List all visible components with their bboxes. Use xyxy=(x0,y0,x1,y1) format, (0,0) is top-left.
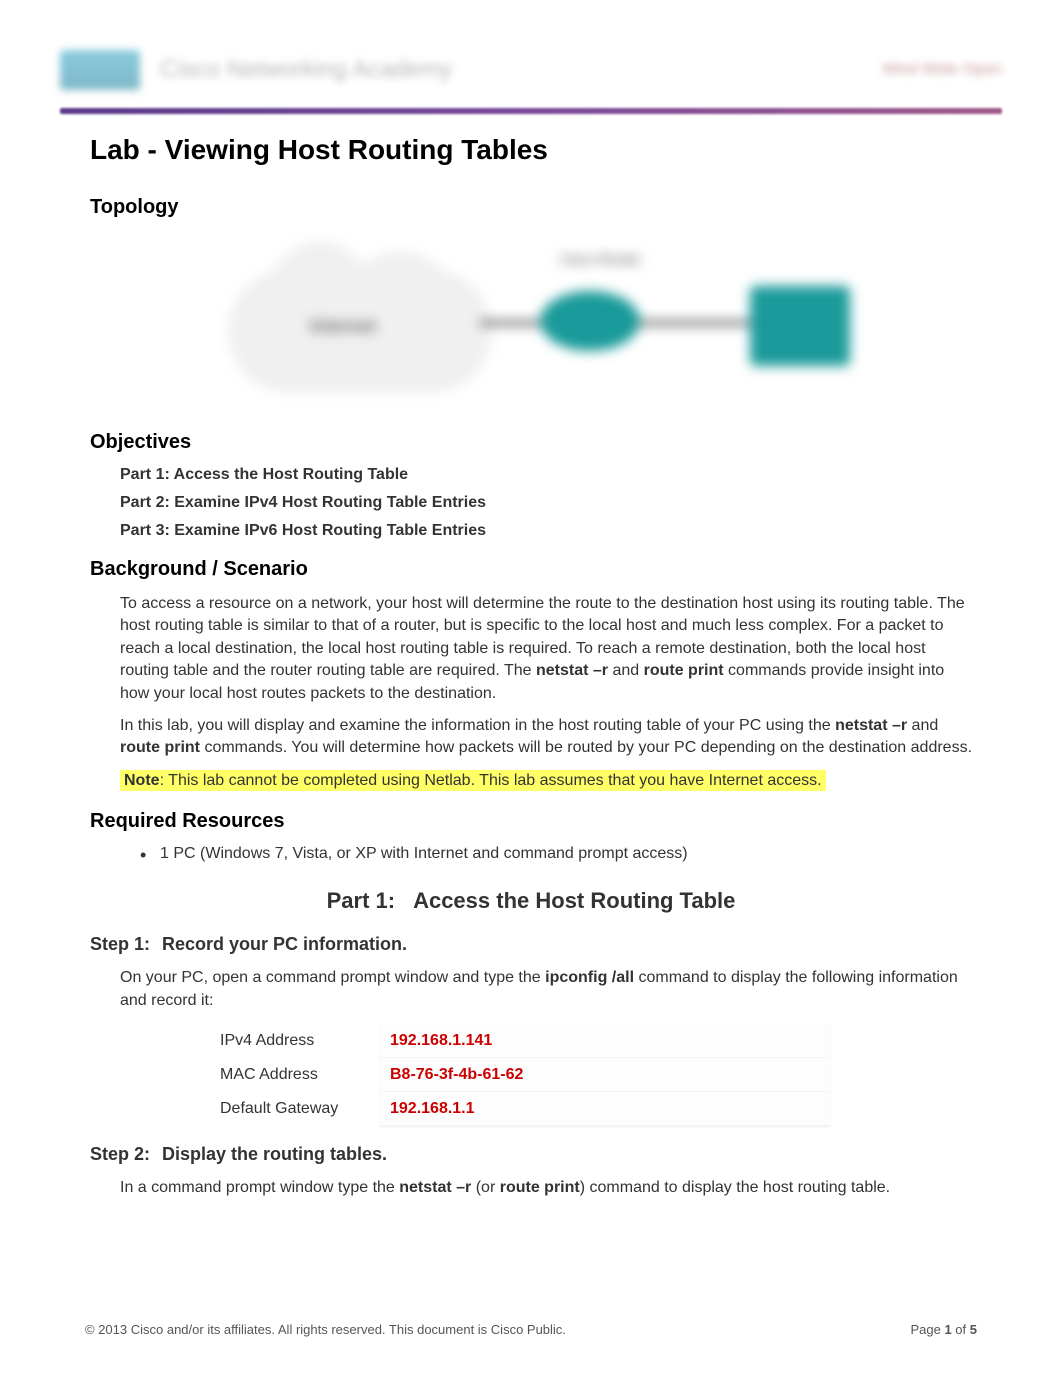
ipv4-label: IPv4 Address xyxy=(210,1024,380,1058)
step2-intro-e: ) command to display the host routing ta… xyxy=(580,1179,890,1196)
copyright-text: © 2013 Cisco and/or its affiliates. All … xyxy=(85,1322,566,1337)
step-2-title: Display the routing tables. xyxy=(162,1144,387,1164)
background-note: Note: This lab cannot be completed using… xyxy=(120,770,972,792)
gateway-value: 192.168.1.1 xyxy=(380,1092,830,1126)
objective-item: Part 1: Access the Host Routing Table xyxy=(120,466,1002,484)
bg-p2-a: In this lab, you will display and examin… xyxy=(120,717,835,734)
page-total: 5 xyxy=(970,1322,977,1337)
banner-brand-text: Cisco Networking Academy xyxy=(160,56,452,84)
banner-divider xyxy=(60,108,1002,114)
step2-intro-d: route print xyxy=(500,1179,580,1196)
table-row: Default Gateway 192.168.1.1 xyxy=(210,1092,830,1126)
objectives-list: Part 1: Access the Host Routing Table Pa… xyxy=(120,466,1002,540)
part-1-heading: Part 1: Access the Host Routing Table xyxy=(60,888,1002,914)
bg-p2-c: and xyxy=(907,717,938,734)
note-label: Note xyxy=(124,772,160,789)
bg-p2-e: commands. You will determine how packets… xyxy=(200,739,972,756)
mac-value: B8-76-3f-4b-61-62 xyxy=(380,1058,830,1092)
background-paragraph-2: In this lab, you will display and examin… xyxy=(120,715,972,760)
page-current: 1 xyxy=(944,1322,951,1337)
router-label: Cisco Router xyxy=(560,251,641,267)
topology-heading: Topology xyxy=(90,196,1002,219)
background-paragraph-1: To access a resource on a network, your … xyxy=(120,593,972,705)
step-1-number: Step 1: xyxy=(90,934,150,954)
banner-tagline: Mind Wide Open xyxy=(883,61,1002,79)
resources-list: 1 PC (Windows 7, Vista, or XP with Inter… xyxy=(140,845,1002,863)
table-row: MAC Address B8-76-3f-4b-61-62 xyxy=(210,1058,830,1092)
note-text: : This lab cannot be completed using Net… xyxy=(160,772,822,789)
bg-p1-b: netstat –r xyxy=(536,662,608,679)
step-2-number: Step 2: xyxy=(90,1144,150,1164)
part-1-number: Part 1: xyxy=(327,888,395,913)
topology-diagram: Internet Cisco Router xyxy=(180,231,942,411)
internet-label: Internet xyxy=(310,316,376,337)
bg-p1-d: route print xyxy=(644,662,724,679)
table-row: IPv4 Address 192.168.1.141 xyxy=(210,1024,830,1058)
step1-intro-a: On your PC, open a command prompt window… xyxy=(120,969,545,986)
step2-intro-c: (or xyxy=(471,1179,499,1196)
bg-p2-b: netstat –r xyxy=(835,717,907,734)
step1-intro-b: ipconfig /all xyxy=(545,969,634,986)
objective-item: Part 3: Examine IPv6 Host Routing Table … xyxy=(120,522,1002,540)
objective-item: Part 2: Examine IPv4 Host Routing Table … xyxy=(120,494,1002,512)
resource-item: 1 PC (Windows 7, Vista, or XP with Inter… xyxy=(140,845,1002,863)
step-1-intro: On your PC, open a command prompt window… xyxy=(120,967,972,1012)
mac-label: MAC Address xyxy=(210,1058,380,1092)
header-banner: Cisco Networking Academy Mind Wide Open xyxy=(60,40,1002,100)
step-1-heading: Step 1: Record your PC information. xyxy=(90,934,1002,955)
pc-icon xyxy=(750,286,850,366)
step-2-intro: In a command prompt window type the nets… xyxy=(120,1177,972,1199)
step-2-heading: Step 2: Display the routing tables. xyxy=(90,1144,1002,1165)
bg-p1-c: and xyxy=(608,662,644,679)
page-footer: © 2013 Cisco and/or its affiliates. All … xyxy=(85,1322,977,1337)
bg-p2-d: route print xyxy=(120,739,200,756)
page-label-b: of xyxy=(952,1322,970,1337)
step-1-title: Record your PC information. xyxy=(162,934,407,954)
background-heading: Background / Scenario xyxy=(90,558,1002,581)
step2-intro-b: netstat –r xyxy=(399,1179,471,1196)
cisco-logo xyxy=(60,50,140,90)
gateway-label: Default Gateway xyxy=(210,1092,380,1126)
ipv4-value: 192.168.1.141 xyxy=(380,1024,830,1058)
resources-heading: Required Resources xyxy=(90,810,1002,833)
step2-intro-a: In a command prompt window type the xyxy=(120,1179,399,1196)
objectives-heading: Objectives xyxy=(90,431,1002,454)
router-icon xyxy=(540,291,640,351)
page-number: Page 1 of 5 xyxy=(910,1322,977,1337)
page-label-a: Page xyxy=(910,1322,944,1337)
part-1-title: Access the Host Routing Table xyxy=(413,888,735,913)
document-title: Lab - Viewing Host Routing Tables xyxy=(90,134,1002,166)
pc-info-table: IPv4 Address 192.168.1.141 MAC Address B… xyxy=(210,1024,830,1126)
